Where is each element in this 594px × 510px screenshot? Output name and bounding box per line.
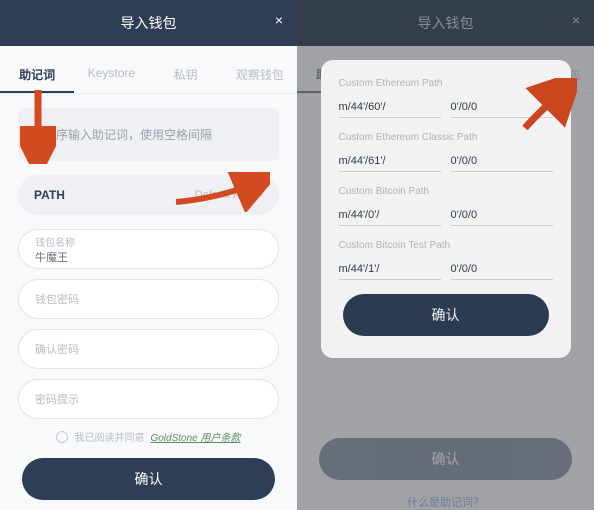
close-icon[interactable]: × <box>275 12 283 28</box>
path-prefix-input[interactable]: m/44'/60'/ <box>339 97 441 118</box>
wallet-name-label: 钱包名称 <box>35 234 262 249</box>
tab-mnemonic[interactable]: 助记词 <box>0 58 74 93</box>
path-group: Custom Ethereum Classic Path m/44'/61'/ 0'… <box>339 132 553 172</box>
path-label: PATH <box>34 188 65 202</box>
modal-overlay[interactable]: Custom Ethereum Pathm/44'/60'/0'/0/0Cust… <box>297 0 594 510</box>
password-hint-label: 密码提示 <box>35 391 262 407</box>
modal-confirm-button[interactable]: 确认 <box>343 294 549 336</box>
tab-keystore[interactable]: Keystore <box>74 58 148 93</box>
terms-row[interactable]: 我已阅读并同意 GoldStone 用户条款 <box>18 429 279 444</box>
path-suffix-input[interactable]: 0'/0/0 <box>451 151 553 172</box>
confirm-password-label: 确认密码 <box>35 341 262 357</box>
screen-path-modal: 导入钱包 × 助记词 Keystore 私钥 观察钱包 确认 什么是助记词？ C… <box>297 0 594 510</box>
confirm-password-field[interactable]: 确认密码 <box>18 329 279 369</box>
path-modal: Custom Ethereum Pathm/44'/60'/0'/0/0Cust… <box>321 60 571 358</box>
path-selector[interactable]: PATH Default Path › <box>18 175 279 215</box>
screen-import-wallet: 导入钱包 × 助记词 Keystore 私钥 观察钱包 按顺序输入助记词，使用空… <box>0 0 297 510</box>
terms-radio-icon[interactable] <box>56 431 68 443</box>
path-group-label: Custom Bitcoin Test Path <box>339 240 553 251</box>
chevron-right-icon: › <box>259 189 263 201</box>
path-group: Custom Bitcoin Path m/44'/0'/ 0'/0/0 <box>339 186 553 226</box>
header: 导入钱包 × <box>0 0 297 46</box>
form: 按顺序输入助记词，使用空格间隔 PATH Default Path › 钱包名称… <box>0 94 297 510</box>
path-group: Custom Ethereum Path m/44'/60'/ 0'/0/0 <box>339 78 553 118</box>
tabs: 助记词 Keystore 私钥 观察钱包 <box>0 46 297 94</box>
terms-prefix: 我已阅读并同意 <box>74 429 144 444</box>
mnemonic-input[interactable]: 按顺序输入助记词，使用空格间隔 <box>18 108 279 161</box>
path-group-label: Custom Ethereum Classic Path <box>339 132 553 143</box>
path-suffix-input[interactable]: 0'/0/0 <box>451 97 553 118</box>
path-suffix-input[interactable]: 0'/0/0 <box>451 259 553 280</box>
confirm-button[interactable]: 确认 <box>22 458 275 500</box>
path-group-label: Custom Bitcoin Path <box>339 186 553 197</box>
path-suffix-input[interactable]: 0'/0/0 <box>451 205 553 226</box>
password-hint-field[interactable]: 密码提示 <box>18 379 279 419</box>
path-prefix-input[interactable]: m/44'/0'/ <box>339 205 441 226</box>
wallet-name-value: 牛魔王 <box>35 249 262 265</box>
path-prefix-input[interactable]: m/44'/1'/ <box>339 259 441 280</box>
path-group-label: Custom Ethereum Path <box>339 78 553 89</box>
wallet-password-field[interactable]: 钱包密码 <box>18 279 279 319</box>
tab-watch[interactable]: 观察钱包 <box>223 58 297 93</box>
path-value: Default Path <box>195 189 256 201</box>
wallet-name-field[interactable]: 钱包名称 牛魔王 <box>18 229 279 269</box>
header-title: 导入钱包 <box>121 13 177 33</box>
wallet-password-label: 钱包密码 <box>35 291 262 307</box>
path-prefix-input[interactable]: m/44'/61'/ <box>339 151 441 172</box>
path-group: Custom Bitcoin Test Path m/44'/1'/ 0'/0/0 <box>339 240 553 280</box>
tab-private-key[interactable]: 私钥 <box>149 58 223 93</box>
terms-link[interactable]: GoldStone 用户条款 <box>150 429 240 444</box>
